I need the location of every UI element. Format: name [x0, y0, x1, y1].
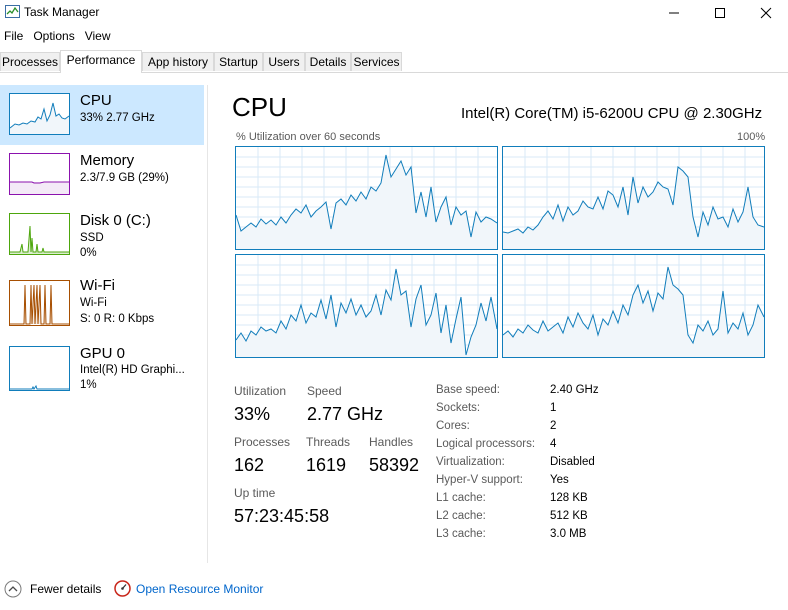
l2-cache-label: L2 cache: — [436, 510, 486, 522]
title-bar: Task Manager — [0, 0, 788, 26]
cpu-core-3-graph — [502, 254, 765, 358]
sidebar-wifi-adapter: Wi-Fi — [80, 297, 107, 309]
menu-bar: File Options View — [0, 27, 117, 45]
cpu-core-3-line — [502, 255, 765, 357]
sidebar-disk-usage: 0% — [80, 247, 97, 259]
cpu-thumbnail-graph — [9, 93, 70, 135]
l1-cache-label: L1 cache: — [436, 492, 486, 504]
cpu-core-1-line — [502, 147, 765, 249]
maximize-button[interactable] — [697, 0, 743, 26]
cores-label: Cores: — [436, 420, 470, 432]
close-icon — [760, 7, 772, 19]
sockets-value: 1 — [550, 402, 557, 414]
tab-users[interactable]: Users — [263, 52, 305, 71]
close-button[interactable] — [743, 0, 788, 26]
cpu-core-2-graph — [235, 254, 498, 358]
cpu-thumbnail-line — [9, 102, 70, 134]
fewer-details-button[interactable]: Fewer details — [4, 579, 104, 599]
sidebar-cpu-usage: 33% 2.77 GHz — [80, 112, 155, 124]
menu-view[interactable]: View — [81, 27, 117, 45]
processes-value: 162 — [234, 455, 265, 475]
sidebar-gpu-usage: 1% — [80, 379, 97, 391]
maximize-icon — [715, 8, 725, 18]
cpu-core-0-graph — [235, 146, 498, 250]
wifi-thumbnail-line — [10, 284, 69, 325]
menu-file[interactable]: File — [0, 27, 29, 45]
disk-thumbnail-graph — [9, 213, 70, 255]
virtualization-value: Disabled — [550, 456, 595, 468]
memory-thumbnail-graph — [9, 153, 70, 195]
speed-label: Speed — [307, 384, 342, 398]
cpu-core-1-graph — [502, 146, 765, 250]
sidebar-item-memory[interactable]: Memory 2.3/7.9 GB (29%) — [0, 145, 204, 205]
virtualization-label: Virtualization: — [436, 456, 505, 468]
cpu-core-2-line — [235, 255, 498, 357]
threads-value: 1619 — [306, 455, 347, 475]
uptime-value: 57:23:45:58 — [234, 506, 330, 526]
sidebar-item-wifi[interactable]: Wi-Fi Wi-Fi S: 0 R: 0 Kbps — [0, 272, 204, 332]
tab-services[interactable]: Services — [351, 52, 402, 71]
chevron-up-icon — [4, 580, 22, 598]
sidebar-wifi-name: Wi-Fi — [80, 277, 115, 294]
minimize-button[interactable] — [651, 0, 697, 26]
handles-value: 58392 — [369, 455, 420, 475]
wifi-thumbnail-graph — [9, 280, 70, 326]
cpu-core-0-line — [235, 147, 498, 249]
tab-details[interactable]: Details — [305, 52, 351, 71]
tab-app-history[interactable]: App history — [142, 52, 214, 71]
l2-cache-value: 512 KB — [550, 510, 588, 522]
gpu-thumbnail-graph — [9, 346, 70, 391]
handles-label: Handles — [369, 435, 414, 449]
cores-value: 2 — [550, 420, 557, 432]
processes-label: Processes — [234, 435, 291, 449]
tab-performance[interactable]: Performance — [60, 50, 142, 73]
open-resource-monitor-label: Open Resource Monitor — [136, 582, 264, 596]
sidebar-divider — [207, 85, 208, 563]
hyper-v-support-label: Hyper-V support: — [436, 474, 523, 486]
utilization-label: Utilization — [234, 384, 287, 398]
tab-processes[interactable]: Processes — [0, 52, 60, 71]
sidebar-cpu-name: CPU — [80, 92, 112, 109]
tab-strip: Processes Performance App history Startu… — [0, 50, 788, 73]
sidebar-item-disk[interactable]: Disk 0 (C:) SSD 0% — [0, 205, 204, 265]
sidebar-memory-name: Memory — [80, 152, 135, 169]
window-title: Task Manager — [24, 5, 100, 19]
sidebar-gpu-name: GPU 0 — [80, 345, 126, 362]
l1-cache-value: 128 KB — [550, 492, 588, 504]
speed-value: 2.77 GHz — [307, 404, 384, 424]
base-speed-label: Base speed: — [436, 384, 500, 396]
open-resource-monitor-link[interactable]: Open Resource Monitor — [114, 579, 274, 599]
sidebar-disk-type: SSD — [80, 232, 104, 244]
minimize-icon — [669, 12, 679, 14]
fewer-details-label: Fewer details — [30, 582, 102, 596]
cpu-model-name: Intel(R) Core(TM) i5-6200U CPU @ 2.30GHz — [461, 105, 763, 122]
sidebar-disk-name: Disk 0 (C:) — [80, 212, 151, 229]
gpu-thumbnail-line — [10, 384, 69, 390]
utilization-graph-caption: % Utilization over 60 seconds — [236, 131, 381, 143]
l3-cache-label: L3 cache: — [436, 528, 486, 540]
menu-options[interactable]: Options — [29, 27, 80, 45]
logical-processors-label: Logical processors: — [436, 438, 536, 450]
graph-max-label: 100% — [737, 131, 766, 143]
sidebar-memory-usage: 2.3/7.9 GB (29%) — [80, 172, 169, 184]
sidebar-item-cpu[interactable]: CPU 33% 2.77 GHz — [0, 85, 204, 145]
threads-label: Threads — [306, 435, 351, 449]
sidebar-wifi-throughput: S: 0 R: 0 Kbps — [80, 313, 155, 325]
sidebar-item-gpu[interactable]: GPU 0 Intel(R) HD Graphi... 1% — [0, 338, 204, 398]
memory-thumbnail-line — [10, 181, 69, 194]
sidebar-gpu-model: Intel(R) HD Graphi... — [80, 364, 185, 376]
l3-cache-value: 3.0 MB — [550, 528, 587, 540]
base-speed-value: 2.40 GHz — [550, 384, 599, 396]
uptime-label: Up time — [234, 486, 276, 500]
disk-thumbnail-line — [10, 225, 69, 254]
utilization-value: 33% — [234, 404, 271, 424]
logical-processors-value: 4 — [550, 438, 557, 450]
hyper-v-support-value: Yes — [550, 474, 569, 486]
tab-startup[interactable]: Startup — [214, 52, 263, 71]
sockets-label: Sockets: — [436, 402, 481, 414]
resource-monitor-icon — [114, 580, 131, 597]
page-title: CPU — [232, 92, 287, 122]
task-manager-app-icon — [5, 5, 20, 18]
